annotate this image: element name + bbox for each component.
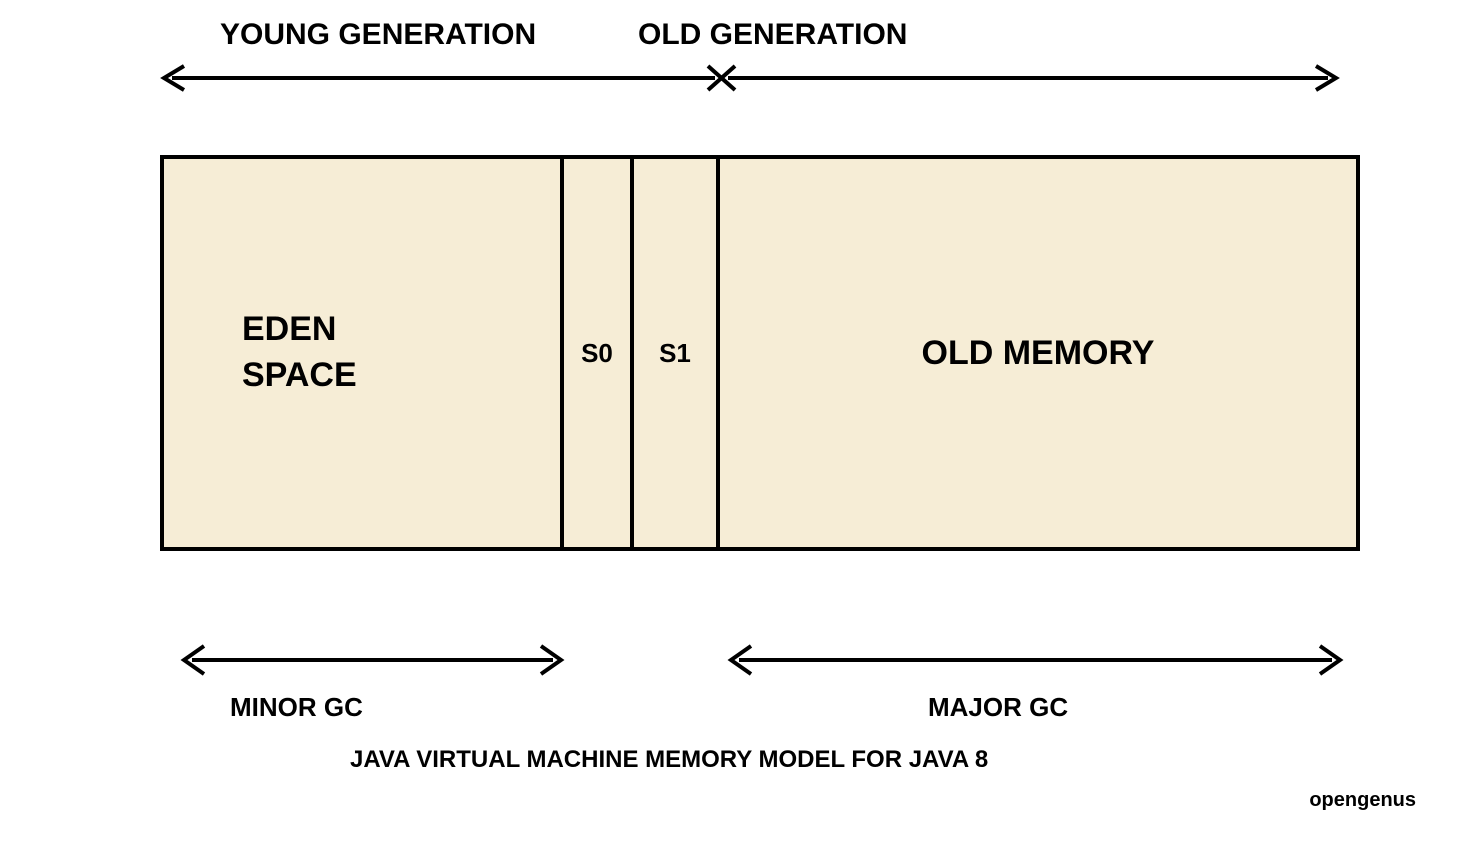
minor-gc-label: MINOR GC (230, 692, 363, 723)
eden-space-label: EDEN SPACE (242, 307, 357, 399)
s1-label: S1 (659, 338, 691, 369)
attribution-watermark: opengenus (1309, 789, 1416, 812)
memory-boxes-container: EDEN SPACE S0 S1 OLD MEMORY (160, 155, 1360, 551)
young-generation-label: YOUNG GENERATION (220, 18, 536, 52)
major-gc-label: MAJOR GC (928, 692, 1068, 723)
old-generation-label: OLD GENERATION (638, 18, 907, 52)
major-gc-arrow (727, 640, 1344, 680)
top-arrow-row (160, 58, 1340, 98)
old-memory-box: OLD MEMORY (720, 159, 1356, 547)
top-arrows-svg (160, 58, 1340, 98)
eden-space-box: EDEN SPACE (164, 159, 564, 547)
s0-box: S0 (564, 159, 634, 547)
minor-gc-arrow (180, 640, 565, 680)
diagram-caption: JAVA VIRTUAL MACHINE MEMORY MODEL FOR JA… (350, 746, 988, 774)
s1-box: S1 (634, 159, 720, 547)
s0-label: S0 (581, 338, 613, 369)
old-memory-label: OLD MEMORY (922, 334, 1155, 373)
